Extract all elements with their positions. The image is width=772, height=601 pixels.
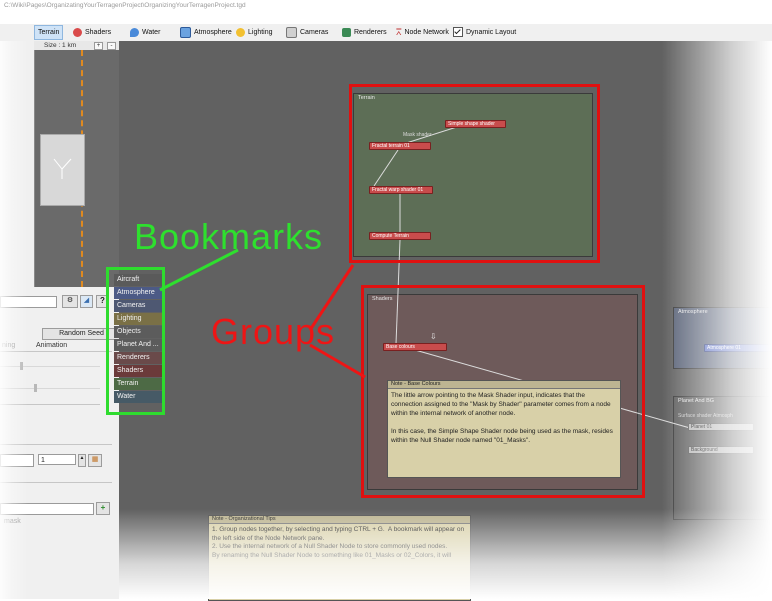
bookmarks-annotation: Bookmarks — [134, 216, 324, 257]
annotation-lines — [159, 248, 366, 379]
groups-annotation: Groups — [211, 311, 336, 352]
